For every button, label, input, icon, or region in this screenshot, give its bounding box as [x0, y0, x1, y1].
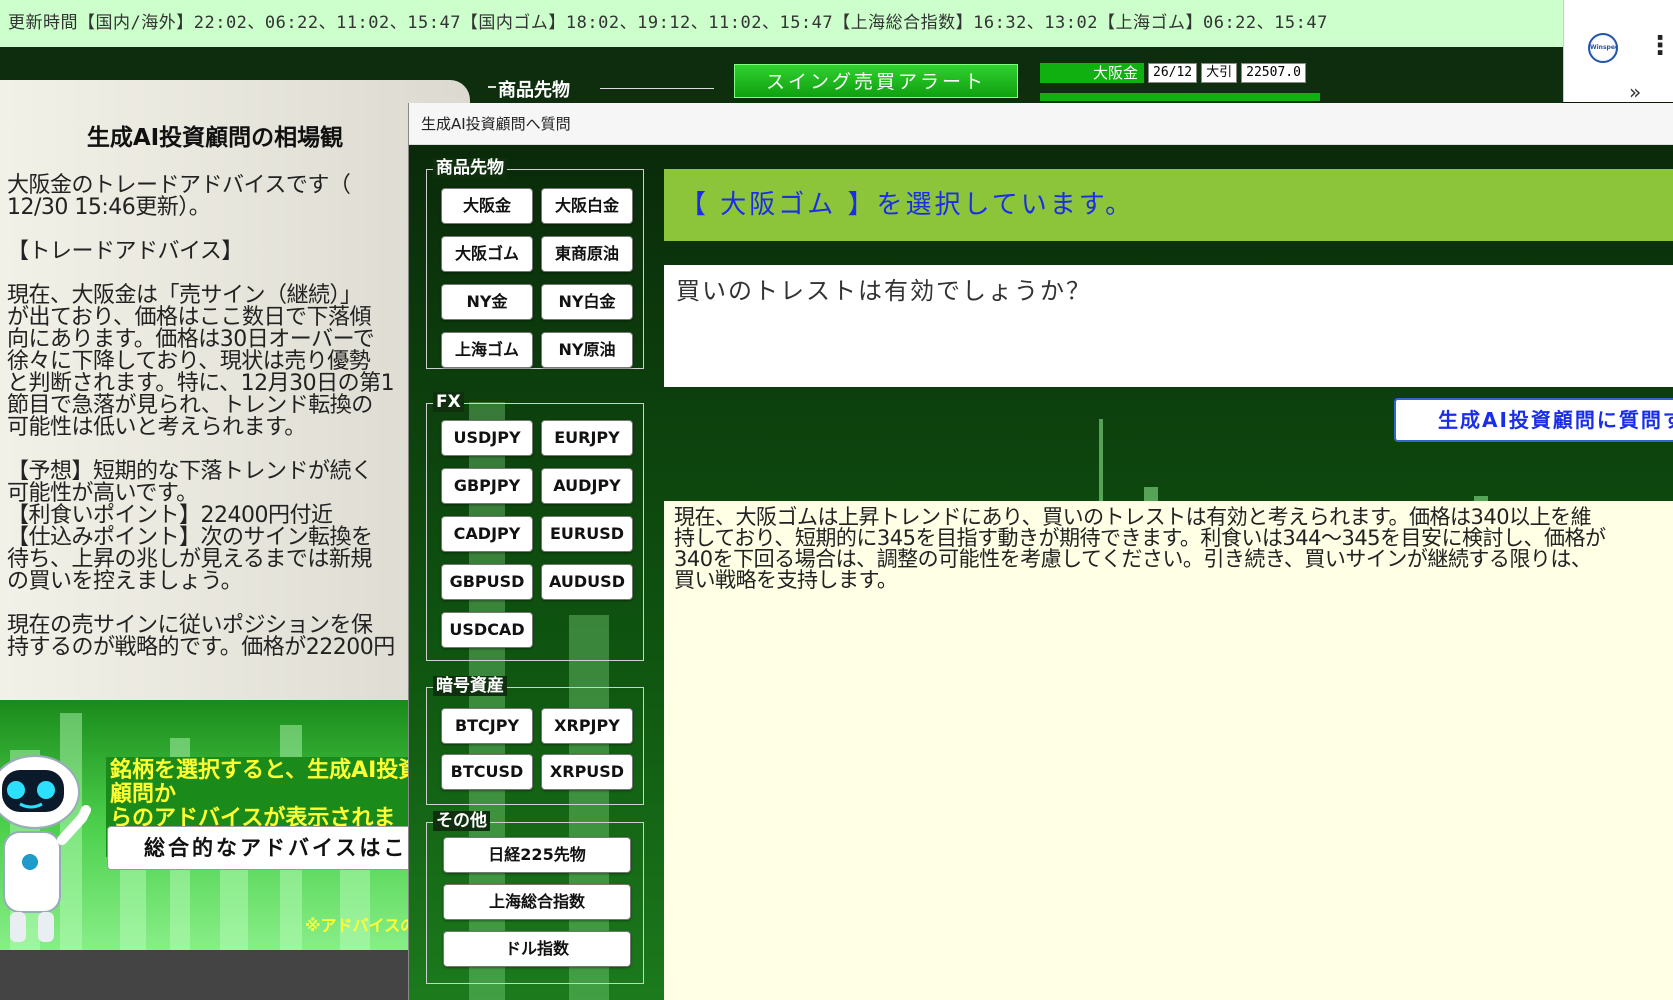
swing-alert-button[interactable]: スイング売買アラート: [734, 64, 1018, 98]
symbol-button-nikkei225[interactable]: 日経225先物: [443, 837, 631, 873]
overflow-chevron-icon[interactable]: »: [1629, 80, 1641, 104]
symbol-button-tocom-crude[interactable]: 東商原油: [541, 236, 633, 272]
symbol-button-xrpjpy[interactable]: XRPJPY: [541, 708, 633, 744]
fx-group-label: FX: [433, 392, 464, 412]
symbol-button-cadjpy[interactable]: CADJPY: [441, 516, 533, 552]
symbol-button-osaka-platinum[interactable]: 大阪白金: [541, 188, 633, 224]
selected-symbol-banner: 【 大阪ゴム 】を選択しています。: [664, 169, 1673, 241]
market-view-text: 大阪金のトレードアドバイスです（ 12/30 15:46更新）。 【トレードアド…: [7, 173, 395, 660]
footer-strip: [0, 950, 420, 1000]
symbol-button-dollar-index[interactable]: ドル指数: [443, 931, 631, 967]
crypto-group-label: 暗号資産: [433, 676, 507, 696]
symbol-button-ny-crude[interactable]: NY原油: [541, 332, 633, 368]
price-ticker-row-2: [1040, 93, 1320, 101]
ticker-contract: 26/12: [1148, 63, 1198, 83]
section-divider: [600, 88, 714, 89]
symbol-button-ny-platinum[interactable]: NY白金: [541, 284, 633, 320]
advice-note: ※アドバイスの: [305, 916, 417, 935]
symbol-button-gbpjpy[interactable]: GBPJPY: [441, 468, 533, 504]
browser-toolbar: Winspec ⋮ »: [1563, 0, 1673, 104]
ai-question-dialog: 生成AI投資顧問へ質問 商品先物 大阪金 大阪白金 大阪ゴム 東商原油 NY金 …: [408, 103, 1673, 1000]
symbol-button-btcusd[interactable]: BTCUSD: [441, 754, 533, 790]
menu-kebab-icon[interactable]: ⋮: [1647, 28, 1673, 64]
commodities-group-label: 商品先物: [433, 158, 507, 178]
ticker-price: 22507.0: [1241, 63, 1306, 83]
market-view-panel: 生成AI投資顧問の相場観 大阪金のトレードアドバイスです（ 12/30 15:4…: [0, 80, 470, 700]
other-group: その他 日経225先物 上海総合指数 ドル指数: [426, 811, 644, 984]
ask-ai-advisor-button[interactable]: 生成AI投資顧問に質問する: [1394, 398, 1673, 442]
symbol-button-xrpusd[interactable]: XRPUSD: [541, 754, 633, 790]
symbol-button-eurjpy[interactable]: EURJPY: [541, 420, 633, 456]
symbol-button-gbpusd[interactable]: GBPUSD: [441, 564, 533, 600]
price-ticker-row: 大阪金 26/12 大引 22507.0: [1040, 63, 1320, 83]
advice-prompt-area: 銘柄を選択すると、生成AI投資顧問か らのアドバイスが表示されます。 総合的なア…: [0, 700, 420, 950]
dialog-title: 生成AI投資顧問へ質問: [409, 103, 1673, 145]
dialog-body: 商品先物 大阪金 大阪白金 大阪ゴム 東商原油 NY金 NY白金 上海ゴム NY…: [409, 145, 1673, 1000]
symbol-button-usdjpy[interactable]: USDJPY: [441, 420, 533, 456]
symbol-button-audjpy[interactable]: AUDJPY: [541, 468, 633, 504]
symbol-button-ny-gold[interactable]: NY金: [441, 284, 533, 320]
update-time-bar: 更新時間【国内/海外】22:02、06:22、11:02、15:47【国内ゴム】…: [0, 0, 1563, 47]
symbol-button-btcjpy[interactable]: BTCJPY: [441, 708, 533, 744]
ticker-session: 大引: [1201, 63, 1238, 83]
winspec-logo-icon[interactable]: Winspec: [1588, 33, 1618, 63]
symbol-button-shanghai-composite[interactable]: 上海総合指数: [443, 884, 631, 920]
commodities-section-label: 商品先物: [488, 76, 570, 102]
other-group-label: その他: [433, 811, 490, 831]
market-view-title: 生成AI投資顧問の相場観: [86, 125, 344, 151]
ticker-name: 大阪金: [1040, 63, 1144, 83]
question-input[interactable]: 買いのトレストは有効でしょうか？: [664, 265, 1673, 387]
crypto-group: 暗号資産 BTCJPY XRPJPY BTCUSD XRPUSD: [426, 676, 644, 805]
symbol-button-audusd[interactable]: AUDUSD: [541, 564, 633, 600]
symbol-button-eurusd[interactable]: EURUSD: [541, 516, 633, 552]
symbol-button-shanghai-rubber[interactable]: 上海ゴム: [441, 332, 533, 368]
symbol-button-usdcad[interactable]: USDCAD: [441, 612, 533, 648]
symbol-button-osaka-gold[interactable]: 大阪金: [441, 188, 533, 224]
symbol-button-osaka-rubber[interactable]: 大阪ゴム: [441, 236, 533, 272]
overall-advice-button[interactable]: 総合的なアドバイスはこちら: [107, 826, 420, 870]
commodities-group: 商品先物 大阪金 大阪白金 大阪ゴム 東商原油 NY金 NY白金 上海ゴム NY…: [426, 158, 644, 369]
robot-mascot-icon: [0, 755, 91, 942]
fx-group: FX USDJPY EURJPY GBPJPY AUDJPY CADJPY EU…: [426, 392, 644, 661]
answer-output: 現在、大阪ゴムは上昇トレンドにあり、買いのトレストは有効と考えられます。価格は3…: [664, 501, 1673, 1000]
